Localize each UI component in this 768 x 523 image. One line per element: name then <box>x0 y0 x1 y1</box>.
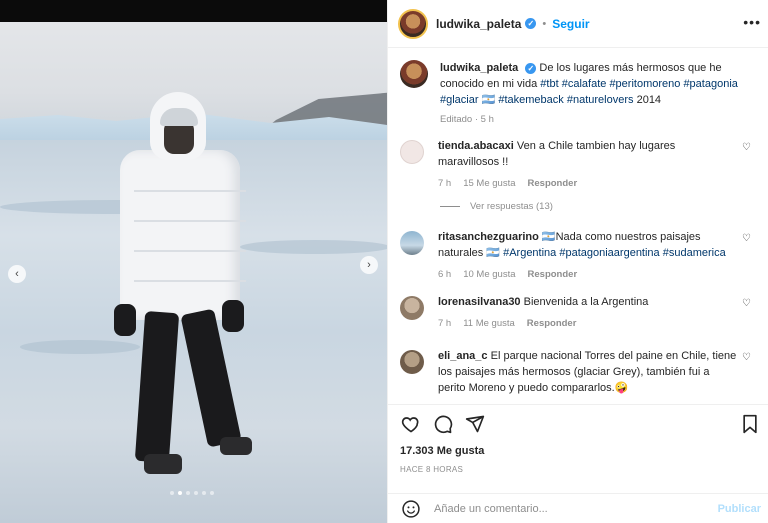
caption-meta: Editado · 5 h <box>440 114 494 125</box>
separator: • <box>542 17 547 30</box>
actions-section: 17.303 Me gusta HACE 8 HORAS Añade un co… <box>388 404 768 523</box>
beanie <box>160 108 198 126</box>
comment-username[interactable]: eli_ana_c <box>438 350 488 362</box>
reply-button[interactable]: Responder <box>528 267 578 283</box>
comment-likes[interactable]: 10 Me gusta <box>463 267 515 283</box>
bookmark-icon[interactable] <box>739 413 761 435</box>
share-icon[interactable] <box>464 413 486 435</box>
verified-icon: ✓ <box>525 18 537 29</box>
avatar[interactable] <box>400 350 424 374</box>
heart-icon[interactable]: ♡ <box>742 233 751 244</box>
emoji-icon[interactable] <box>400 498 422 520</box>
heart-icon[interactable]: ♡ <box>742 142 751 153</box>
glove <box>114 304 136 336</box>
publish-button[interactable]: Publicar <box>718 503 761 515</box>
hashtag[interactable]: #Argentina <box>503 247 556 259</box>
more-icon[interactable]: ••• <box>743 14 761 30</box>
leg <box>134 310 180 464</box>
likes-count[interactable]: 17.303 Me gusta <box>400 445 484 457</box>
hashtag[interactable]: #patagoniaargentina <box>559 247 659 259</box>
view-replies-label[interactable]: Ver respuestas (13) <box>470 201 553 212</box>
comment-likes[interactable]: 15 Me gusta <box>463 176 515 192</box>
comment: ritasanchezguarino 🇦🇷Nada como nuestros … <box>400 229 755 283</box>
carousel-dots <box>170 491 214 495</box>
jacket <box>120 150 246 320</box>
boot <box>144 454 182 474</box>
action-icons <box>400 413 486 435</box>
follow-button[interactable]: Seguir <box>552 17 589 31</box>
heart-icon[interactable]: ♡ <box>742 352 751 363</box>
reply-button[interactable]: Responder <box>527 316 577 332</box>
post-photo: ‹ › <box>0 22 387 523</box>
hashtag[interactable]: #calafate <box>562 78 607 90</box>
comment: tienda.abacaxi Ven a Chile tambien hay l… <box>400 138 755 192</box>
comment-username[interactable]: tienda.abacaxi <box>438 140 514 152</box>
hashtag[interactable]: #takemeback <box>498 94 563 106</box>
hashtag[interactable]: #sudamerica <box>663 247 726 259</box>
heart-icon[interactable]: ♡ <box>742 298 751 309</box>
comment-likes[interactable]: 11 Me gusta <box>463 316 515 332</box>
comment-username[interactable]: ritasanchezguarino <box>438 231 539 243</box>
comment-text: Bienvenida a la Argentina <box>523 296 649 308</box>
comment-username[interactable]: lorenasilvana30 <box>438 296 521 308</box>
hashtag[interactable]: #patagonia <box>683 78 737 90</box>
flag: 🇦🇷 <box>481 94 496 106</box>
posted-ago: HACE 8 HORAS <box>400 465 464 474</box>
view-replies[interactable]: Ver respuestas (13) <box>440 201 553 212</box>
avatar[interactable] <box>398 8 428 39</box>
hashtag[interactable]: #tbt <box>540 78 558 90</box>
avatar[interactable] <box>400 140 424 164</box>
comment-time: 7 h <box>438 178 452 189</box>
comment-time: 6 h <box>438 269 452 280</box>
hashtag[interactable]: #glaciar <box>440 94 479 106</box>
comment-icon[interactable] <box>432 413 454 435</box>
avatar[interactable] <box>400 231 424 255</box>
chevron-left-icon[interactable]: ‹ <box>8 265 26 283</box>
hashtag[interactable]: #naturelovers <box>567 94 634 106</box>
boot <box>220 437 252 455</box>
comment: eli_ana_c El parque nacional Torres del … <box>400 348 755 396</box>
comment-time: 7 h <box>438 318 452 329</box>
hashtag[interactable]: #peritomoreno <box>609 78 680 90</box>
caption: ludwika_paleta ✓ De los lugares más herm… <box>400 60 755 128</box>
heart-icon[interactable] <box>400 413 422 435</box>
comment-input[interactable]: Añade un comentario... <box>434 503 718 515</box>
post-header: ludwika_paleta ✓ • Seguir ••• <box>388 0 768 48</box>
username[interactable]: ludwika_paleta <box>436 17 521 31</box>
year: 2014 <box>636 94 662 106</box>
person <box>110 92 260 502</box>
avatar[interactable] <box>400 296 424 320</box>
avatar[interactable] <box>400 60 428 88</box>
caption-username[interactable]: ludwika_paleta <box>440 62 518 74</box>
glove <box>222 300 244 332</box>
reply-button[interactable]: Responder <box>528 176 578 192</box>
add-comment-bar: Añade un comentario... Publicar <box>388 493 768 523</box>
verified-icon: ✓ <box>525 63 537 74</box>
comments-list[interactable]: ludwika_paleta ✓ De los lugares más herm… <box>388 48 768 404</box>
chevron-right-icon[interactable]: › <box>360 256 378 274</box>
comment: lorenasilvana30 Bienvenida a la Argentin… <box>400 294 755 332</box>
post-panel: ludwika_paleta ✓ • Seguir ••• ludwika_pa… <box>387 0 768 523</box>
